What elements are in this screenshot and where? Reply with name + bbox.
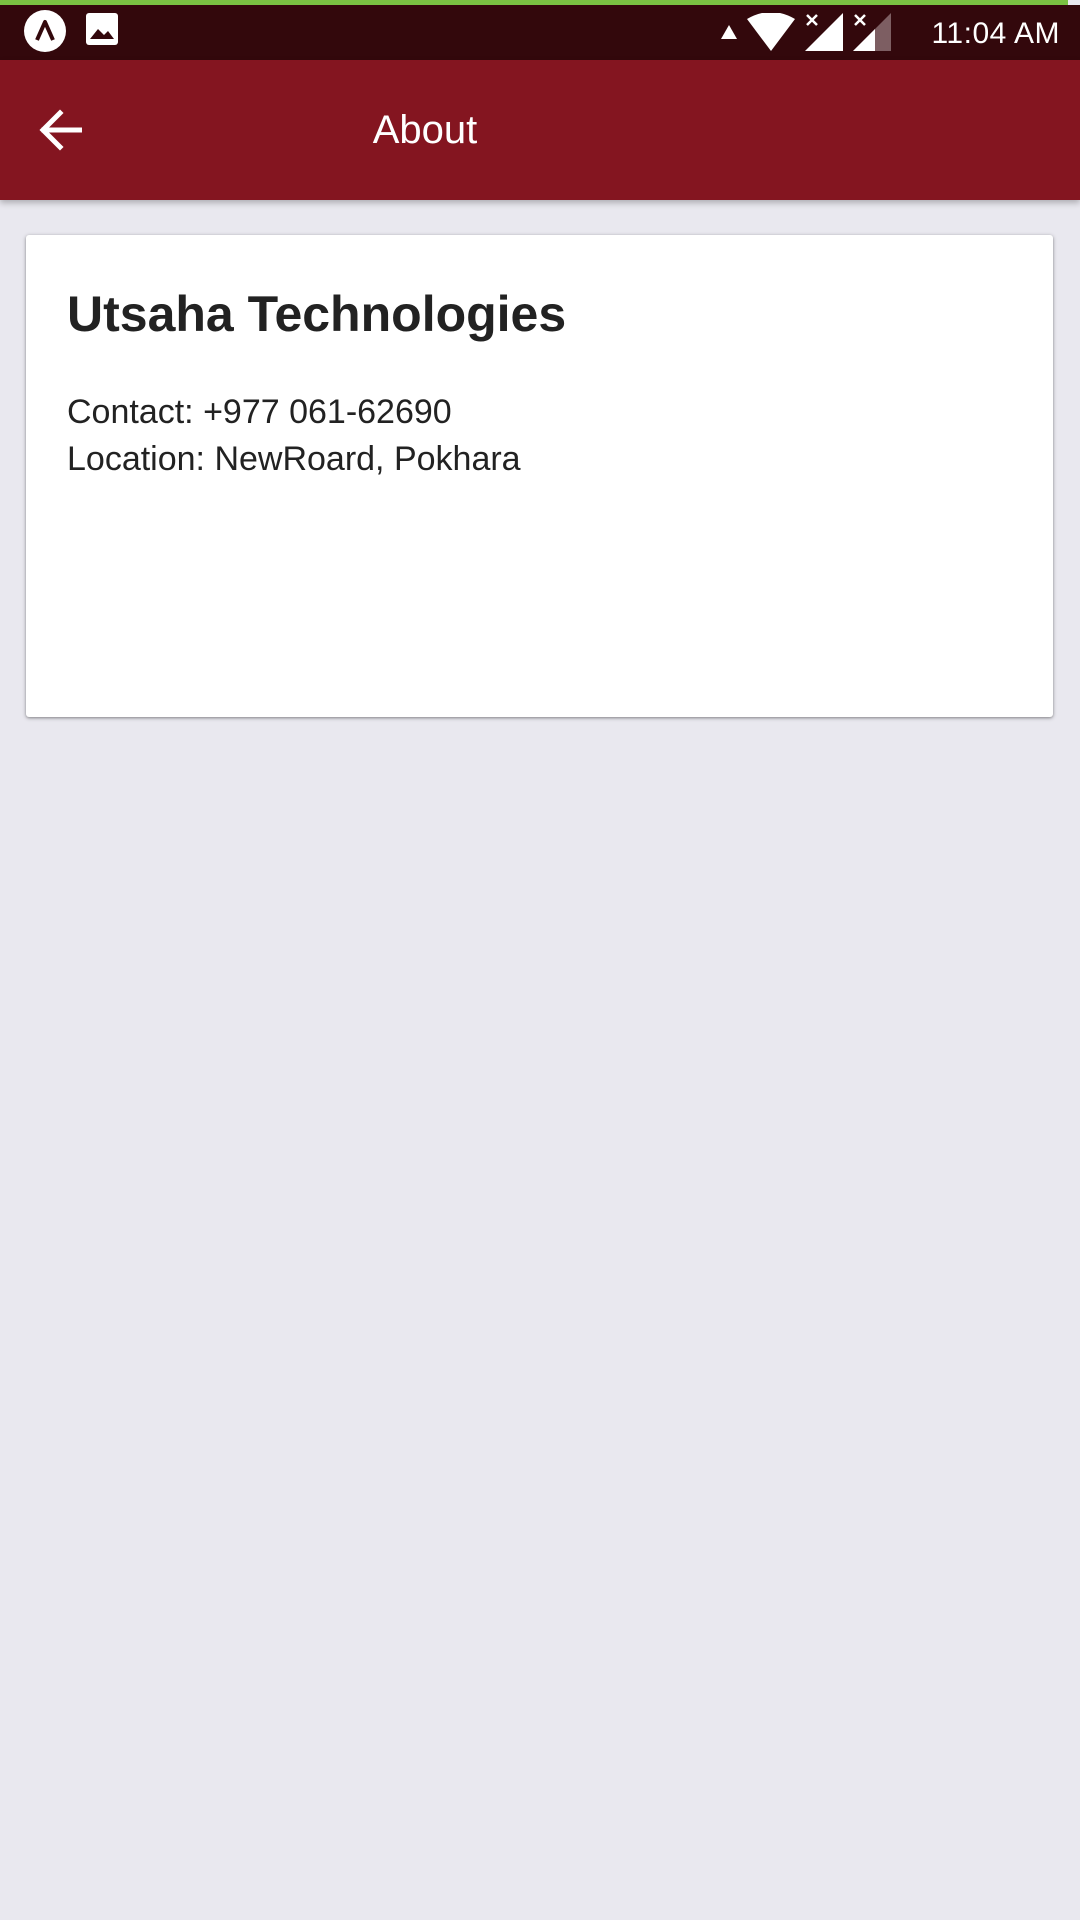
status-time: 11:04 AM: [931, 17, 1060, 50]
page-title: About: [372, 108, 478, 152]
notification-icons: [24, 10, 120, 52]
status-bar: 11:04 AM: [0, 5, 1080, 60]
about-card: Utsaha Technologies Contact: +977 061-62…: [26, 235, 1053, 717]
signal-no-sim-icon: [805, 12, 844, 56]
app-notification-icon: [24, 10, 66, 52]
image-notification-icon: [84, 11, 120, 52]
signal-weak-icon: [853, 12, 892, 56]
data-arrow-icon: [721, 24, 738, 44]
company-name: Utsaha Technologies: [67, 286, 567, 342]
location-text: Location: NewRoard, Pokhara: [67, 440, 521, 478]
contact-text: Contact: +977 061-62690: [67, 393, 452, 431]
app-bar: About: [0, 60, 1080, 200]
wifi-icon: [747, 11, 796, 56]
system-icons: 11:04 AM: [721, 10, 1060, 58]
